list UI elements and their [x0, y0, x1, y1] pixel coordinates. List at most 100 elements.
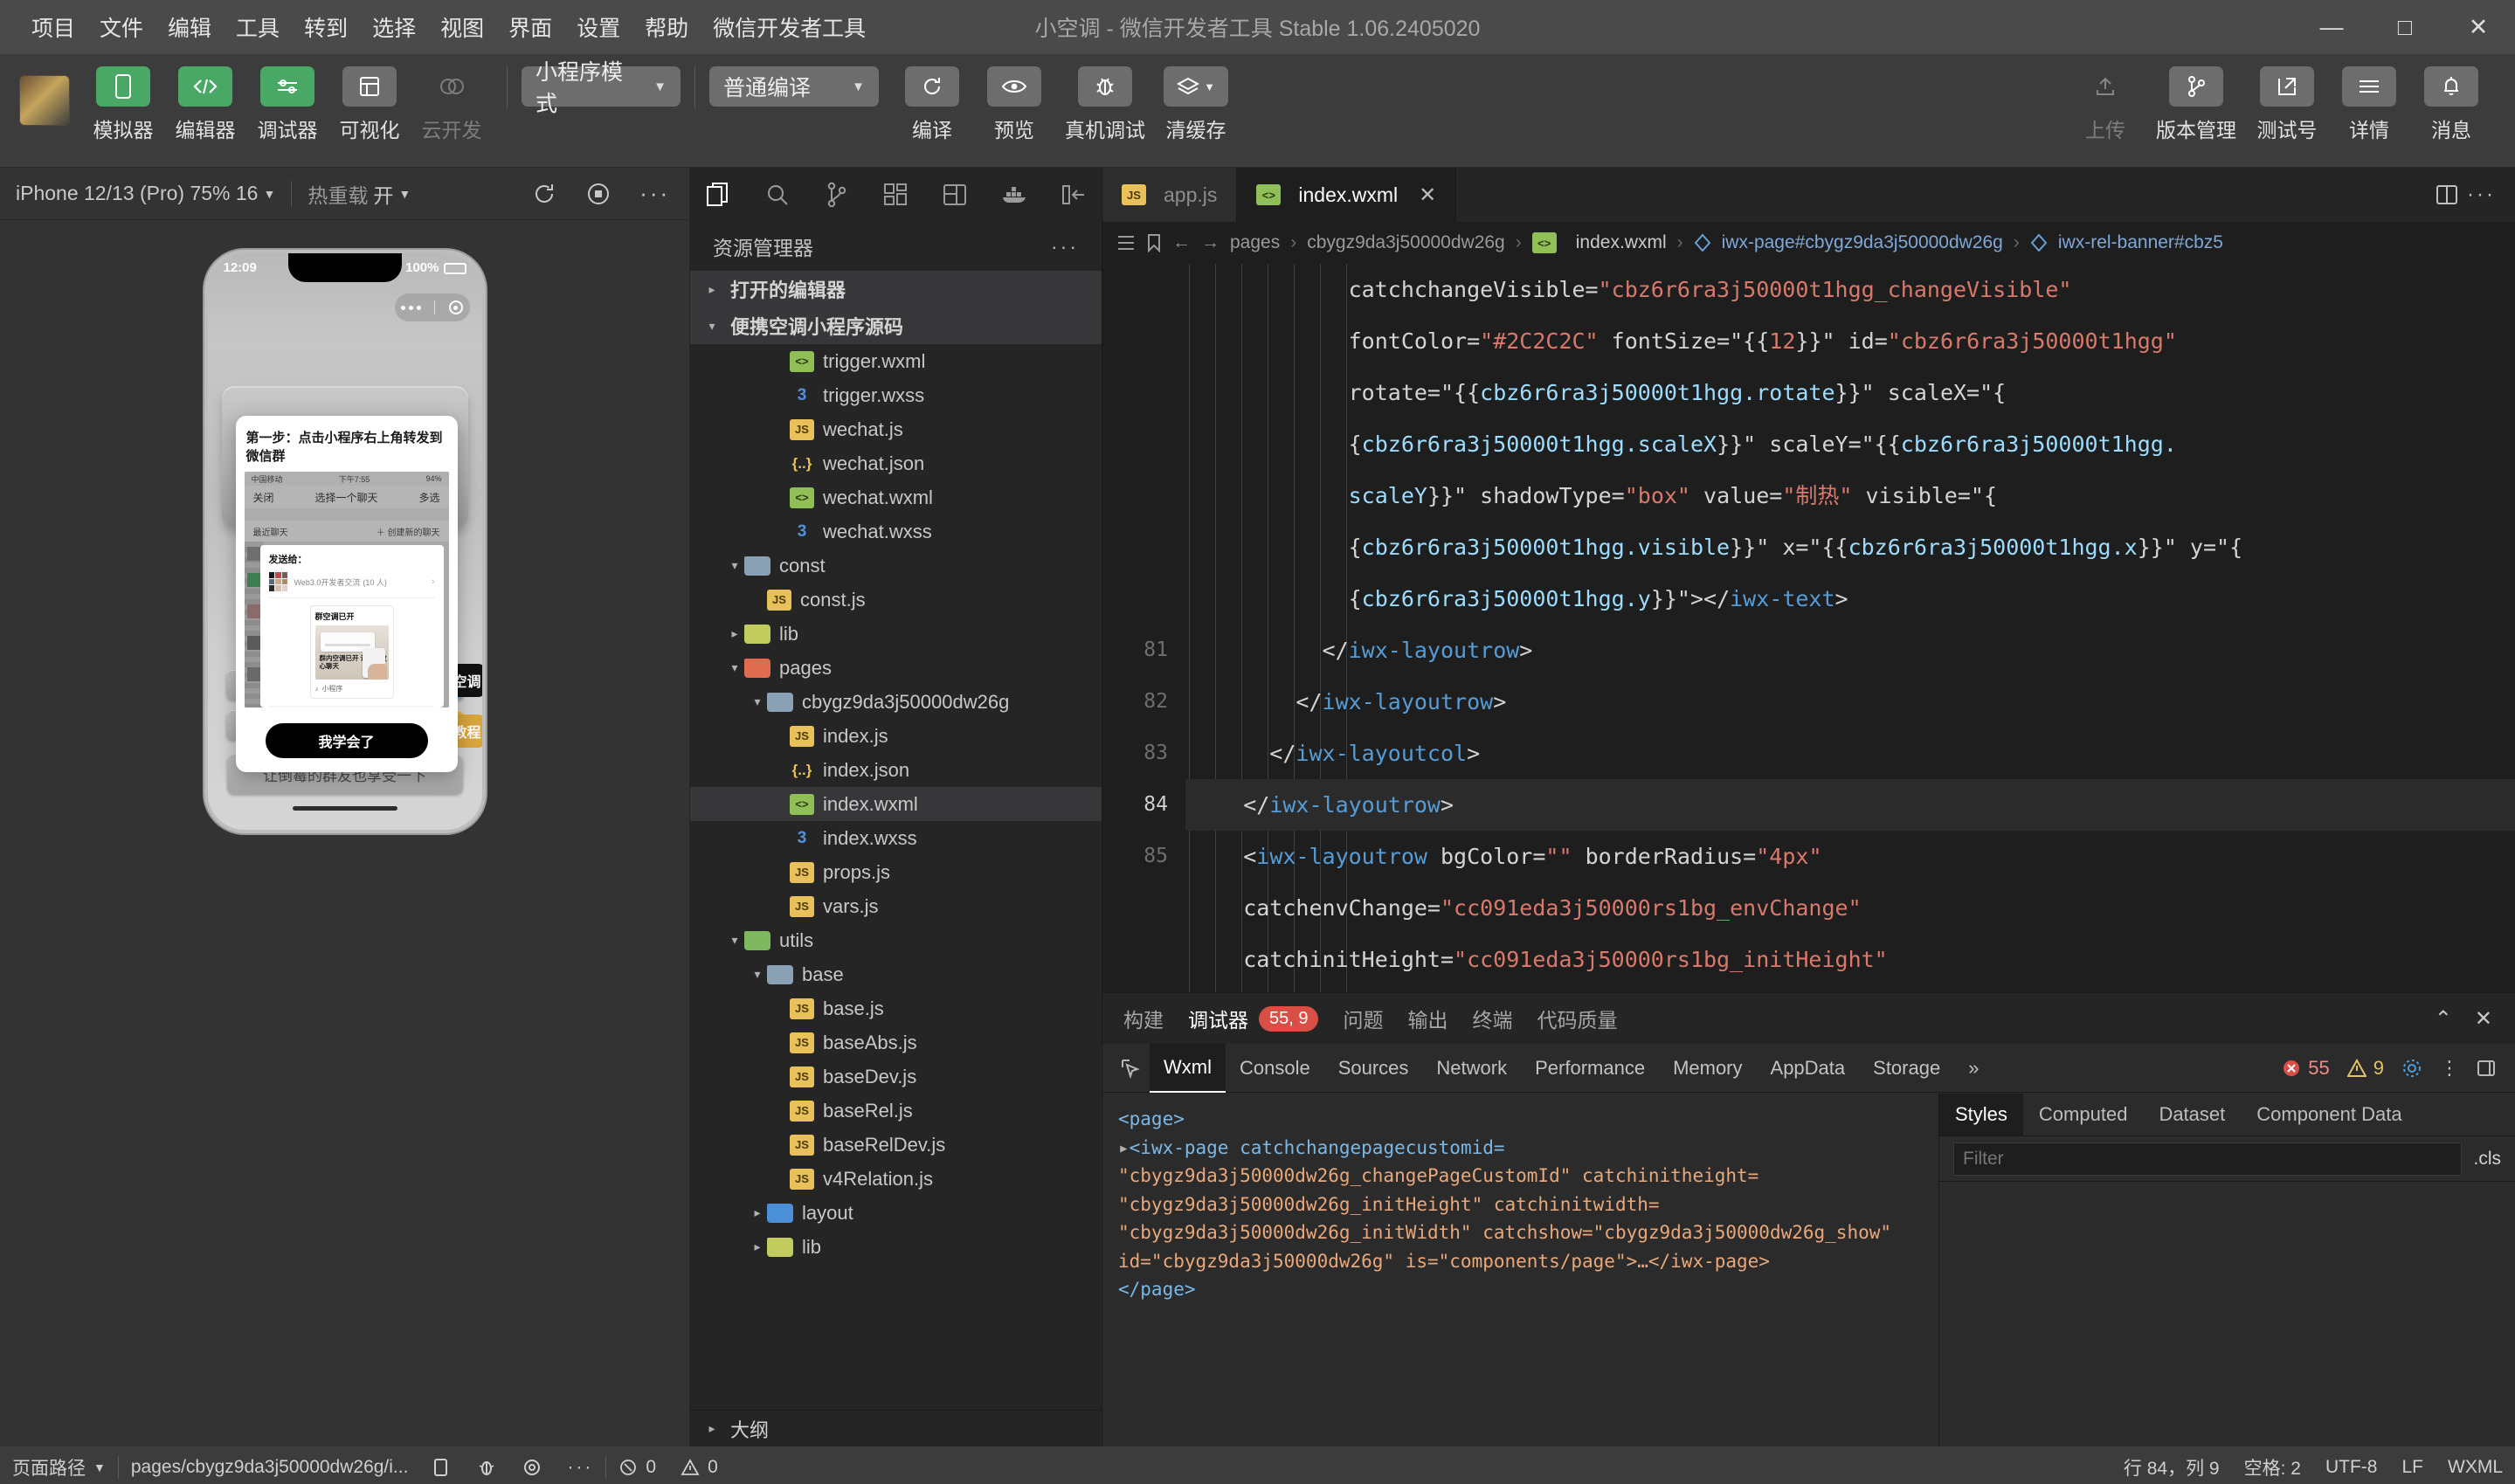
encoding-setting[interactable]: UTF-8 [2313, 1454, 2390, 1481]
code-line[interactable]: </iwx-layoutrow> [1185, 676, 2515, 728]
tree-file[interactable]: JS baseDev.js [690, 1060, 1102, 1094]
menu-item-file[interactable]: 文件 [87, 8, 155, 46]
styles-filter-input[interactable] [1953, 1142, 2462, 1176]
chevron-right-icon[interactable]: ▸ [748, 1205, 767, 1220]
panel-tab-build[interactable]: 构建 [1123, 1004, 1164, 1033]
tree-file[interactable]: JS wechat.js [690, 412, 1102, 446]
more-dots-icon[interactable] [401, 305, 422, 310]
panel-tab-quality[interactable]: 代码质量 [1537, 1004, 1617, 1033]
panel-tab-problems[interactable]: 问题 [1343, 1004, 1383, 1033]
toolbar-debugger-button[interactable]: 调试器 [251, 66, 324, 143]
section-open-editors[interactable]: ▸ 打开的编辑器 [690, 271, 1102, 307]
simulator-stop-button[interactable] [585, 181, 611, 207]
devtools-tab-overflow[interactable]: » [1954, 1045, 1993, 1092]
panel-tab-debugger[interactable]: 调试器 55, 9 [1188, 1004, 1319, 1033]
tree-file[interactable]: 3 index.wxss [690, 821, 1102, 855]
menu-item-goto[interactable]: 转到 [292, 8, 360, 46]
tree-file[interactable]: JS props.js [690, 855, 1102, 889]
maximize-button[interactable]: □ [2368, 0, 2442, 54]
sidebar-tab-styles[interactable]: Styles [1939, 1093, 2023, 1135]
chevron-down-icon[interactable]: ▾ [748, 967, 767, 982]
status-error-count[interactable]: 0 [606, 1457, 668, 1478]
tree-file[interactable]: <> wechat.wxml [690, 480, 1102, 514]
breadcrumb-pages[interactable]: pages [1230, 232, 1280, 253]
bug-icon[interactable] [464, 1457, 509, 1478]
chevron-down-icon[interactable]: ▾ [725, 660, 744, 675]
breadcrumb-folder[interactable]: cbygz9da3j50000dw26g [1307, 232, 1505, 253]
code-line[interactable]: </iwx-layoutrow> [1185, 625, 2515, 676]
tutorial-confirm-button[interactable]: 我学会了 [265, 723, 428, 758]
tree-file[interactable]: {..} index.json [690, 753, 1102, 787]
toolbar-clearcache-button[interactable]: ▼ 清缓存 [1159, 66, 1233, 143]
code-lines[interactable]: catchchangeVisible="cbz6r6ra3j50000t1hgg… [1185, 264, 2515, 992]
chevron-right-icon[interactable]: ▸ [725, 626, 744, 641]
source-control-icon[interactable] [812, 176, 861, 214]
layout-icon[interactable] [930, 176, 979, 214]
tree-folder[interactable]: ▸ lib [690, 617, 1102, 651]
docker-icon[interactable] [990, 176, 1039, 214]
tree-file[interactable]: JS v4Relation.js [690, 1162, 1102, 1196]
code-line[interactable]: </iwx-layoutrow> [1185, 779, 2515, 831]
code-line[interactable]: scaleY}}" shadowType="box" value="制热" vi… [1185, 470, 2515, 521]
toolbar-version-button[interactable]: 版本管理 [2151, 66, 2242, 143]
eye-icon[interactable] [509, 1458, 555, 1477]
tab-app-js[interactable]: JS app.js [1102, 168, 1238, 222]
devtools-tab-console[interactable]: Console [1226, 1045, 1324, 1092]
toolbar-compile-button[interactable]: 编译 [895, 66, 969, 143]
code-line[interactable]: {cbz6r6ra3j50000t1hgg.scaleX}}" scaleY="… [1185, 418, 2515, 470]
hot-reload-toggle[interactable]: 热重载 开 ▼ [292, 179, 426, 209]
menu-item-ui[interactable]: 界面 [496, 8, 564, 46]
toolbar-cloud-button[interactable]: 云开发 [415, 66, 488, 143]
menu-item-view[interactable]: 视图 [428, 8, 496, 46]
collapse-panel-icon[interactable] [1049, 176, 1098, 214]
tree-folder[interactable]: ▾ const [690, 549, 1102, 583]
cursor-position[interactable]: 行 84，列 9 [2111, 1454, 2232, 1481]
error-count[interactable]: 55 [2282, 1057, 2330, 1080]
chevron-down-icon[interactable]: ▾ [725, 558, 744, 573]
collapse-panel-button[interactable]: ⌃ [2435, 1006, 2452, 1032]
dock-icon[interactable] [2477, 1059, 2496, 1078]
code-line[interactable]: fontColor="#2C2C2C" fontSize="{{12}}" id… [1185, 315, 2515, 367]
gear-icon[interactable] [2401, 1058, 2422, 1079]
chevron-down-icon[interactable]: ▾ [748, 694, 767, 709]
simulator-refresh-button[interactable] [531, 181, 557, 207]
chevron-right-icon[interactable]: ▸ [748, 1239, 767, 1254]
status-warning-count[interactable]: 0 [668, 1457, 730, 1478]
devtools-tab-wxml[interactable]: Wxml [1150, 1043, 1226, 1093]
tree-file[interactable]: 3 wechat.wxss [690, 514, 1102, 549]
close-panel-button[interactable]: ✕ [2475, 1006, 2492, 1032]
copy-icon[interactable] [420, 1457, 464, 1478]
menu-item-select[interactable]: 选择 [360, 8, 428, 46]
code-editor[interactable]: 81 82 83 84 85 catchchangeVisible="cbz6r6ra3… [1102, 264, 2515, 992]
breadcrumb-file[interactable]: index.wxml [1576, 232, 1667, 253]
menu-item-edit[interactable]: 编辑 [155, 8, 224, 46]
close-button[interactable]: ✕ [2442, 0, 2515, 54]
nav-forward-icon[interactable]: → [1201, 232, 1219, 253]
tree-file[interactable]: 3 trigger.wxss [690, 378, 1102, 412]
tree-file[interactable]: JS index.js [690, 719, 1102, 753]
wechat-capsule[interactable] [394, 293, 470, 321]
search-icon[interactable] [753, 176, 802, 214]
code-line[interactable]: catchchangeVisible="cbz6r6ra3j50000t1hgg… [1185, 264, 2515, 315]
device-select[interactable]: iPhone 12/13 (Pro) 75% 16 ▼ [0, 182, 291, 205]
toolbar-visual-button[interactable]: 可视化 [333, 66, 406, 143]
toolbar-details-button[interactable]: 详情 [2332, 66, 2406, 143]
breadcrumb-element-banner[interactable]: iwx-rel-banner#cbz5 [2058, 232, 2223, 253]
dom-tree[interactable]: <page> ▸<iwx-page catchchangepagecustomi… [1102, 1093, 1938, 1446]
toolbar-upload-button[interactable]: 上传 [2069, 66, 2142, 143]
tree-file[interactable]: <> index.wxml [690, 787, 1102, 821]
menu-item-devtools[interactable]: 微信开发者工具 [701, 8, 878, 46]
tree-folder[interactable]: ▾ utils [690, 923, 1102, 957]
extensions-icon[interactable] [871, 176, 920, 214]
editor-more-icon[interactable]: ··· [2467, 183, 2496, 207]
devtools-tab-sources[interactable]: Sources [1324, 1045, 1423, 1092]
simulator-more-button[interactable]: ··· [639, 180, 670, 207]
close-target-icon[interactable] [448, 300, 463, 314]
inspect-element-icon[interactable] [1111, 1058, 1150, 1079]
devtools-tab-storage[interactable]: Storage [1859, 1045, 1954, 1092]
devtools-tab-memory[interactable]: Memory [1659, 1045, 1756, 1092]
tree-file[interactable]: JS baseRel.js [690, 1094, 1102, 1128]
nav-back-icon[interactable]: ← [1172, 232, 1191, 253]
close-icon[interactable]: ✕ [1419, 183, 1436, 208]
tab-index-wxml[interactable]: <> index.wxml ✕ [1237, 168, 1457, 222]
